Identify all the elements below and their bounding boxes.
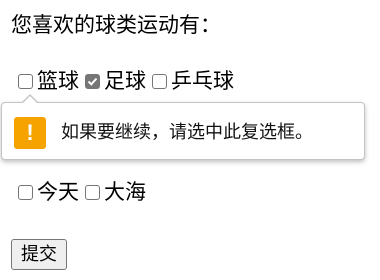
option-label-sea: 大海 <box>104 180 146 204</box>
validation-message: 如果要继续，请选中此复选框。 <box>61 122 313 143</box>
checkbox-today[interactable] <box>18 184 33 200</box>
option-football[interactable]: 足球 <box>85 67 146 95</box>
bubble-arrow <box>22 96 38 104</box>
option-pingpong[interactable]: 乒乓球 <box>152 67 234 95</box>
checkbox-sea[interactable] <box>85 184 100 200</box>
option-label-football: 足球 <box>104 69 146 93</box>
option-sea[interactable]: 大海 <box>85 178 146 206</box>
question-label: 您喜欢的球类运动有： <box>11 13 221 37</box>
checkbox-basketball[interactable] <box>18 73 33 89</box>
checkmark-icon <box>87 77 98 86</box>
option-label-basketball: 篮球 <box>37 69 79 93</box>
page: 您喜欢的球类运动有： 篮球 足球 乒乓球 ! 如果要继续，请选中此复选框。 今天 <box>0 0 380 280</box>
checkbox-football[interactable] <box>85 73 100 89</box>
options-row-1: 篮球 足球 乒乓球 <box>18 67 240 95</box>
warning-icon: ! <box>14 117 46 149</box>
validation-bubble: ! 如果要继续，请选中此复选框。 <box>1 94 365 160</box>
option-label-pingpong: 乒乓球 <box>171 69 234 93</box>
option-today[interactable]: 今天 <box>18 178 79 206</box>
submit-button[interactable]: 提交 <box>11 239 67 270</box>
options-row-2: 今天 大海 <box>18 178 152 206</box>
option-basketball[interactable]: 篮球 <box>18 67 79 95</box>
option-label-today: 今天 <box>37 180 79 204</box>
checkbox-pingpong[interactable] <box>152 73 167 89</box>
